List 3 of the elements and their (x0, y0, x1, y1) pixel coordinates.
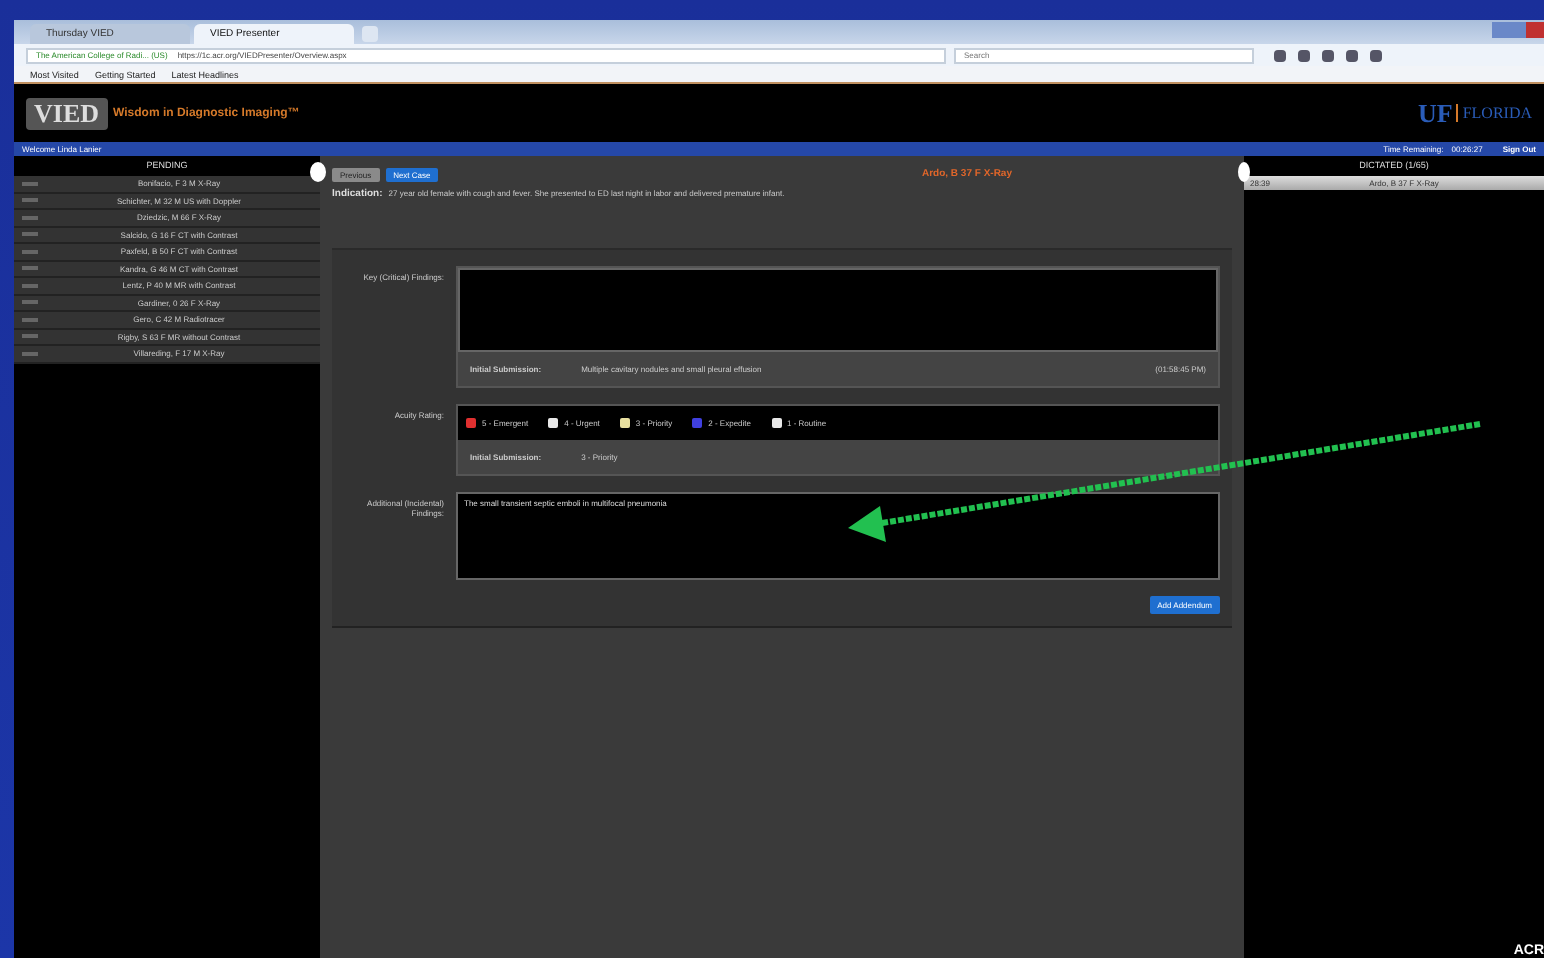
logo: VIED (26, 97, 108, 129)
partner-logo: UF (1417, 97, 1453, 129)
partner-name: FLORIDA (1456, 104, 1532, 122)
